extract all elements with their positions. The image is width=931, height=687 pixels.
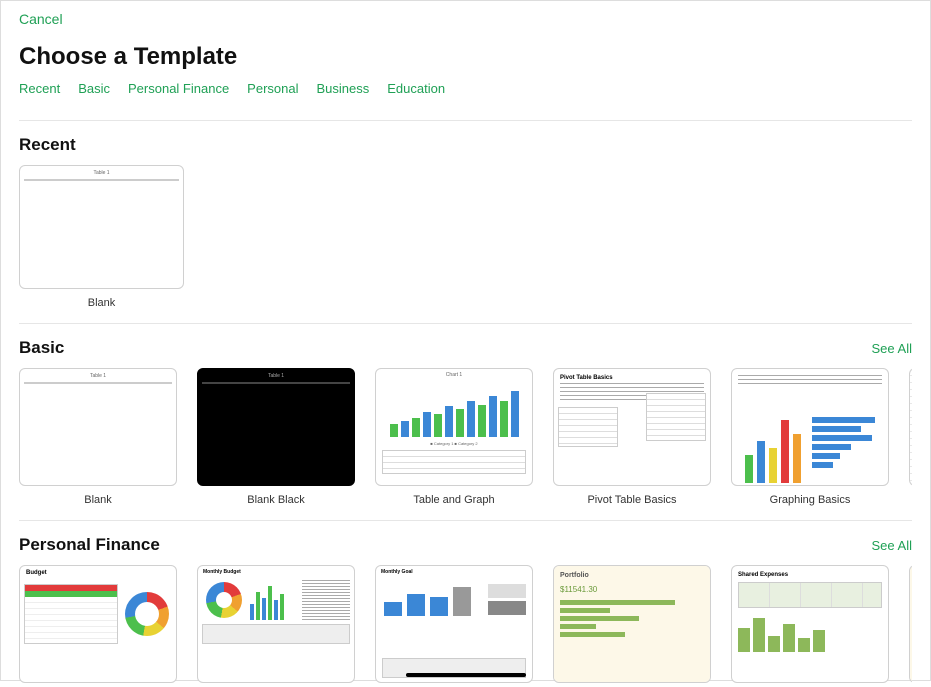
template-card[interactable]: Pivot Table Basics Pivot Table Basics — [553, 368, 711, 506]
thumb-inner-title: Budget — [26, 570, 47, 576]
category-recent[interactable]: Recent — [19, 81, 60, 96]
category-personal[interactable]: Personal — [247, 81, 298, 96]
page-title: Choose a Template — [19, 43, 930, 71]
thumb-inner-title: Chart 1 — [376, 369, 532, 378]
category-education[interactable]: Education — [387, 81, 445, 96]
thumb-inner-title: Table 1 — [24, 170, 179, 176]
thumb-inner-title: Monthly Goal — [381, 569, 413, 575]
template-card[interactable]: Table 1 Blank — [19, 165, 184, 309]
thumb-inner-title: Monthly Budget — [203, 569, 241, 575]
template-thumb-networth[interactable]: Net Worth Overview — [909, 565, 912, 683]
category-nav: Recent Basic Personal Finance Personal B… — [1, 81, 930, 110]
template-peek-next[interactable] — [909, 368, 912, 486]
template-card[interactable]: Table 1 Blank — [19, 368, 177, 506]
template-thumb-monthly-budget[interactable]: Monthly Budget — [197, 565, 355, 683]
cancel-button[interactable]: Cancel — [19, 11, 63, 27]
template-thumb-blank[interactable]: Table 1 — [19, 165, 184, 289]
template-card[interactable]: Graphing Basics — [731, 368, 889, 506]
template-thumb-portfolio[interactable]: Portfolio $11541.30 — [553, 565, 711, 683]
thumb-value: $11541.30 — [560, 585, 704, 594]
template-thumb-blank-black[interactable]: Table 1 — [197, 368, 355, 486]
template-thumb-shared-expenses[interactable]: Shared Expenses — [731, 565, 889, 683]
template-card[interactable]: Chart 1 ■ Category 1 ■ Category 2 Table … — [375, 368, 533, 506]
template-thumb-blank[interactable]: Table 1 — [19, 368, 177, 486]
section-title-recent: Recent — [19, 135, 76, 155]
category-basic[interactable]: Basic — [78, 81, 110, 96]
template-label: Table and Graph — [413, 494, 494, 506]
template-label: Blank — [88, 297, 116, 309]
template-label: Graphing Basics — [770, 494, 851, 506]
template-card[interactable]: Table 1 Blank Black — [197, 368, 355, 506]
template-thumb-budget[interactable]: Budget — [19, 565, 177, 683]
template-thumb-pivot[interactable]: Pivot Table Basics — [553, 368, 711, 486]
section-title-personal-finance: Personal Finance — [19, 535, 160, 555]
section-title-basic: Basic — [19, 338, 64, 358]
home-indicator — [406, 673, 526, 677]
see-all-basic[interactable]: See All — [872, 341, 912, 356]
thumb-inner-title: Table 1 — [202, 373, 350, 379]
category-personal-finance[interactable]: Personal Finance — [128, 81, 229, 96]
template-thumb-graphing[interactable] — [731, 368, 889, 486]
thumb-inner-title: Portfolio — [560, 572, 704, 579]
template-thumb-monthly-goal[interactable]: Monthly Goal — [375, 565, 533, 683]
thumb-inner-title: Shared Expenses — [738, 572, 882, 578]
template-label: Blank — [84, 494, 112, 506]
template-label: Pivot Table Basics — [587, 494, 676, 506]
category-business[interactable]: Business — [316, 81, 369, 96]
template-thumb-table-graph[interactable]: Chart 1 ■ Category 1 ■ Category 2 — [375, 368, 533, 486]
see-all-personal-finance[interactable]: See All — [872, 538, 912, 553]
thumb-inner-title: Table 1 — [24, 373, 172, 379]
template-label: Blank Black — [247, 494, 304, 506]
thumb-inner-title: Pivot Table Basics — [560, 375, 704, 381]
